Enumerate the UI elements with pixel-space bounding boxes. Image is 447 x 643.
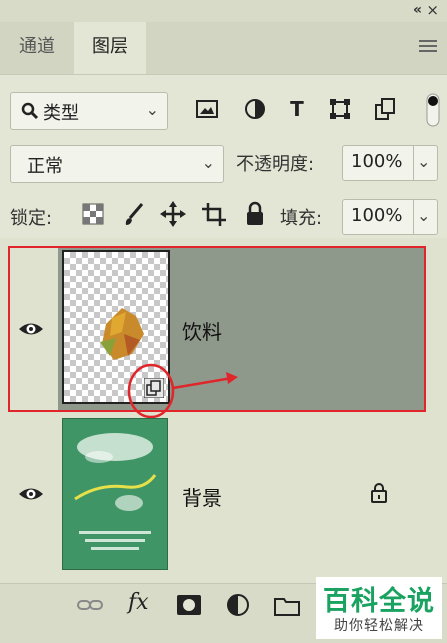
panel-top-bar xyxy=(0,0,447,22)
adjustment-filter-icon[interactable] xyxy=(244,98,266,120)
lock-position-icon[interactable] xyxy=(160,201,186,227)
new-group-icon[interactable] xyxy=(274,594,300,616)
filter-kind-label: 类型 xyxy=(43,103,79,124)
tab-channels[interactable]: 通道 xyxy=(0,22,74,74)
poster-graphic xyxy=(74,433,157,550)
close-panel-icon[interactable]: × xyxy=(426,1,439,19)
field-divider xyxy=(413,200,414,234)
watermark-title: 百科全说 xyxy=(323,586,435,617)
fill-label: 填充: xyxy=(280,208,323,229)
chevron-down-icon: ⌄ xyxy=(145,100,159,119)
chevron-down-icon[interactable]: ⌄ xyxy=(417,206,430,225)
lock-label: 锁定: xyxy=(10,208,53,229)
chevron-down-icon: ⌄ xyxy=(201,153,215,172)
lock-all-icon[interactable] xyxy=(244,201,266,227)
filter-toggle-icon[interactable] xyxy=(424,92,442,128)
lock-artboard-icon[interactable] xyxy=(200,201,228,227)
lock-transparent-pixels-icon[interactable] xyxy=(82,203,104,225)
lock-icon xyxy=(371,483,387,503)
blend-mode-select[interactable]: 正常 ⌄ xyxy=(10,145,224,183)
eye-icon[interactable] xyxy=(17,480,45,508)
link-layers-icon[interactable] xyxy=(76,597,104,613)
layer-name[interactable]: 背景 xyxy=(182,482,222,511)
opacity-field[interactable]: 100% ⌄ xyxy=(342,145,438,181)
tab-layers[interactable]: 图层 xyxy=(74,22,146,74)
search-icon xyxy=(21,102,39,120)
image-filter-icon[interactable] xyxy=(196,99,218,119)
layer-filter-select[interactable]: 类型 ⌄ xyxy=(10,92,168,130)
add-mask-icon[interactable] xyxy=(176,594,202,616)
panel-menu-icon[interactable] xyxy=(419,40,437,55)
lock-image-pixels-icon[interactable] xyxy=(122,201,146,227)
opacity-value[interactable]: 100% xyxy=(351,151,402,172)
blend-mode-value: 正常 xyxy=(27,156,63,177)
collapse-panel-icon[interactable]: « xyxy=(413,2,422,18)
opacity-label: 不透明度: xyxy=(236,154,315,175)
fill-value[interactable]: 100% xyxy=(351,205,402,226)
fill-field[interactable]: 100% ⌄ xyxy=(342,199,438,235)
annotation-arrow xyxy=(127,363,238,419)
new-adjustment-layer-icon[interactable] xyxy=(226,593,250,617)
watermark-subtitle: 助你轻松解决 xyxy=(334,618,424,634)
fx-button[interactable]: fx xyxy=(128,590,149,615)
panel-tab-row: 通道 图层 xyxy=(0,22,447,75)
shape-filter-icon[interactable] xyxy=(328,97,352,121)
smart-object-filter-icon[interactable] xyxy=(374,97,396,121)
layer-thumbnail xyxy=(62,418,168,570)
watermark-logo: 百科全说 助你轻松解决 xyxy=(316,577,442,639)
type-filter-icon[interactable]: T xyxy=(284,98,310,120)
field-divider xyxy=(413,146,414,180)
chevron-down-icon[interactable]: ⌄ xyxy=(417,152,430,171)
